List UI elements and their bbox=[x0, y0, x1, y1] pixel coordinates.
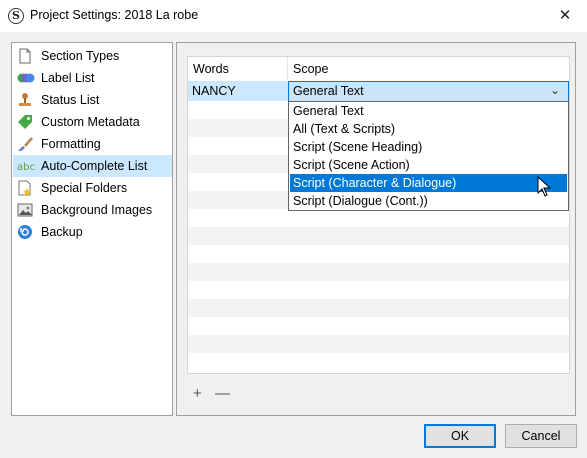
scope-combobox[interactable]: General Text ⌄ bbox=[288, 81, 569, 102]
sidebar-item-label: Custom Metadata bbox=[41, 115, 140, 129]
sidebar-item-label-list[interactable]: Label List bbox=[13, 67, 172, 89]
table-row-empty bbox=[188, 317, 569, 335]
scope-column-header[interactable]: Scope bbox=[288, 57, 569, 81]
table-row-empty bbox=[188, 335, 569, 353]
word-cell[interactable]: NANCY bbox=[188, 81, 288, 101]
table-row-empty bbox=[188, 353, 569, 371]
scrivener-app-icon: S bbox=[8, 8, 24, 24]
sidebar-item-label: Background Images bbox=[41, 203, 153, 217]
abc-icon: abc bbox=[17, 158, 35, 174]
status-stamp-icon bbox=[17, 92, 35, 108]
brush-icon bbox=[17, 136, 35, 152]
table-row-empty bbox=[188, 263, 569, 281]
sidebar-item-label: Section Types bbox=[41, 49, 120, 63]
scope-option-general-text[interactable]: General Text bbox=[290, 102, 567, 120]
table-row-empty bbox=[188, 281, 569, 299]
table-row-empty bbox=[188, 299, 569, 317]
sidebar-item-label: Status List bbox=[41, 93, 100, 107]
sidebar-item-label: Backup bbox=[41, 225, 83, 239]
scope-option-character-dialogue[interactable]: Script (Character & Dialogue) bbox=[290, 174, 567, 192]
label-icon bbox=[17, 70, 35, 86]
scope-dropdown-list: General Text All (Text & Scripts) Script… bbox=[288, 101, 569, 211]
special-folder-icon bbox=[17, 180, 35, 196]
cancel-button[interactable]: Cancel bbox=[505, 424, 577, 448]
words-column-header[interactable]: Words bbox=[188, 57, 288, 81]
table-row-empty bbox=[188, 227, 569, 245]
sidebar-item-label: Formatting bbox=[41, 137, 101, 151]
image-icon bbox=[17, 202, 35, 218]
backup-icon bbox=[17, 224, 35, 240]
sidebar-item-background-images[interactable]: Background Images bbox=[13, 199, 172, 221]
sidebar-item-label: Label List bbox=[41, 71, 95, 85]
remove-word-button[interactable]: — bbox=[215, 385, 230, 402]
table-row-empty bbox=[188, 209, 569, 227]
chevron-down-icon[interactable]: ⌄ bbox=[550, 83, 560, 97]
svg-text:abc: abc bbox=[17, 162, 35, 173]
scope-option-all-text-scripts[interactable]: All (Text & Scripts) bbox=[290, 120, 567, 138]
table-row-empty bbox=[188, 245, 569, 263]
settings-sidebar: Section Types Label List Status List Cus… bbox=[11, 42, 173, 416]
window-title: Project Settings: 2018 La robe bbox=[30, 8, 199, 22]
scope-option-scene-heading[interactable]: Script (Scene Heading) bbox=[290, 138, 567, 156]
scope-option-scene-action[interactable]: Script (Scene Action) bbox=[290, 156, 567, 174]
scope-option-dialogue-cont[interactable]: Script (Dialogue (Cont.)) bbox=[290, 192, 567, 210]
add-word-button[interactable]: + bbox=[193, 385, 202, 402]
title-bar: S Project Settings: 2018 La robe ✕ bbox=[0, 0, 587, 32]
sidebar-item-status-list[interactable]: Status List bbox=[13, 89, 172, 111]
sidebar-item-custom-metadata[interactable]: Custom Metadata bbox=[13, 111, 172, 133]
scope-combobox-value: General Text bbox=[293, 84, 364, 98]
document-icon bbox=[17, 48, 35, 64]
sidebar-item-auto-complete-list[interactable]: abc Auto-Complete List bbox=[13, 155, 172, 177]
ok-button[interactable]: OK bbox=[424, 424, 496, 448]
sidebar-item-backup[interactable]: Backup bbox=[13, 221, 172, 243]
sidebar-item-label: Auto-Complete List bbox=[41, 159, 148, 173]
sidebar-item-section-types[interactable]: Section Types bbox=[13, 45, 172, 67]
sidebar-item-special-folders[interactable]: Special Folders bbox=[13, 177, 172, 199]
sidebar-item-formatting[interactable]: Formatting bbox=[13, 133, 172, 155]
close-button[interactable]: ✕ bbox=[556, 7, 574, 25]
tag-icon bbox=[17, 114, 35, 130]
sidebar-item-label: Special Folders bbox=[41, 181, 128, 195]
mouse-pointer-icon bbox=[537, 175, 552, 198]
